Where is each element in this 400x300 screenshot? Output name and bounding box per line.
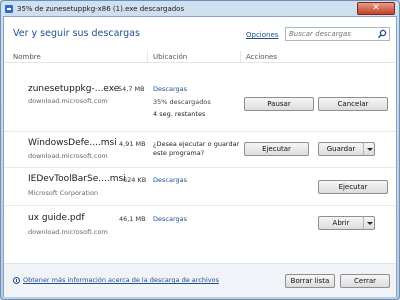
download-row[interactable]: ux guide.pdf 46,1 MB download.microsoft.…: [4, 206, 396, 244]
run-button[interactable]: Ejecutar: [244, 142, 309, 156]
file-name: IEDevToolBarSe....msi: [28, 174, 126, 184]
location-link[interactable]: Descargas: [153, 215, 187, 223]
file-source: download.microsoft.com: [28, 228, 108, 236]
download-manager-icon: [5, 4, 13, 13]
window-close-button[interactable]: ✕: [357, 2, 395, 15]
window-title: 35% de zunesetuppkg-x86 (1).exe descarga…: [17, 4, 185, 13]
chevron-down-icon[interactable]: [363, 216, 375, 230]
file-name: WindowsDefe....msi: [28, 138, 117, 148]
download-manager-window: 35% de zunesetuppkg-x86 (1).exe descarga…: [0, 0, 400, 300]
file-name: zunesetuppkg-...exe: [28, 84, 120, 94]
download-row[interactable]: IEDevToolBarSe....msi 624 KB Microsoft C…: [4, 168, 396, 206]
cancel-button[interactable]: Cancelar: [318, 97, 388, 111]
progress-text: 35% descargados: [153, 98, 211, 106]
column-separator: [147, 51, 148, 63]
search-icon[interactable]: [377, 29, 387, 39]
file-source: download.microsoft.com: [28, 97, 108, 105]
page-title: Ver y seguir sus descargas: [13, 28, 140, 39]
file-size: 46,1 MB: [119, 215, 146, 223]
download-info-link[interactable]: Obtener más información acerca de la des…: [23, 276, 219, 284]
file-source: download.microsoft.com: [28, 152, 108, 160]
chevron-down-icon[interactable]: [363, 142, 375, 156]
column-header-name[interactable]: Nombre: [13, 53, 41, 61]
run-or-save-prompt: ¿Desea ejecutar o guardar este programa?: [153, 140, 240, 157]
file-size: 54,7 MB: [118, 85, 145, 93]
save-button[interactable]: Guardar: [318, 142, 364, 156]
search-input[interactable]: [285, 27, 390, 41]
column-header-location[interactable]: Ubicación: [153, 53, 187, 61]
run-button[interactable]: Ejecutar: [318, 180, 388, 194]
location-link[interactable]: Descargas: [153, 176, 187, 184]
column-header-actions[interactable]: Acciones: [246, 53, 277, 61]
download-row[interactable]: zunesetuppkg-...exe 54,7 MB download.mic…: [4, 82, 396, 132]
file-size: 624 KB: [123, 176, 147, 184]
file-name: ux guide.pdf: [28, 213, 85, 223]
time-remaining: 4 seg. restantes: [153, 110, 206, 118]
file-source: Microsoft Corporation: [28, 189, 99, 197]
download-row[interactable]: WindowsDefe....msi 4,91 MB download.micr…: [4, 132, 396, 168]
info-icon: [13, 277, 20, 284]
location-link[interactable]: Descargas: [153, 85, 187, 93]
pause-button[interactable]: Pausar: [244, 97, 314, 111]
file-size: 4,91 MB: [119, 140, 146, 148]
title-bar: 35% de zunesetuppkg-x86 (1).exe descarga…: [5, 3, 305, 14]
open-button[interactable]: Abrir: [318, 216, 364, 230]
downloads-panel: Ver y seguir sus descargas Opciones Nomb…: [3, 16, 397, 297]
column-separator: [240, 51, 241, 63]
options-link[interactable]: Opciones: [246, 31, 278, 39]
column-header-bar: Nombre Ubicación Acciones: [4, 51, 396, 63]
footer-bar: Obtener más información acerca de la des…: [4, 263, 396, 297]
clear-list-button[interactable]: Borrar lista: [285, 274, 335, 288]
close-button[interactable]: Cerrar: [340, 274, 390, 288]
